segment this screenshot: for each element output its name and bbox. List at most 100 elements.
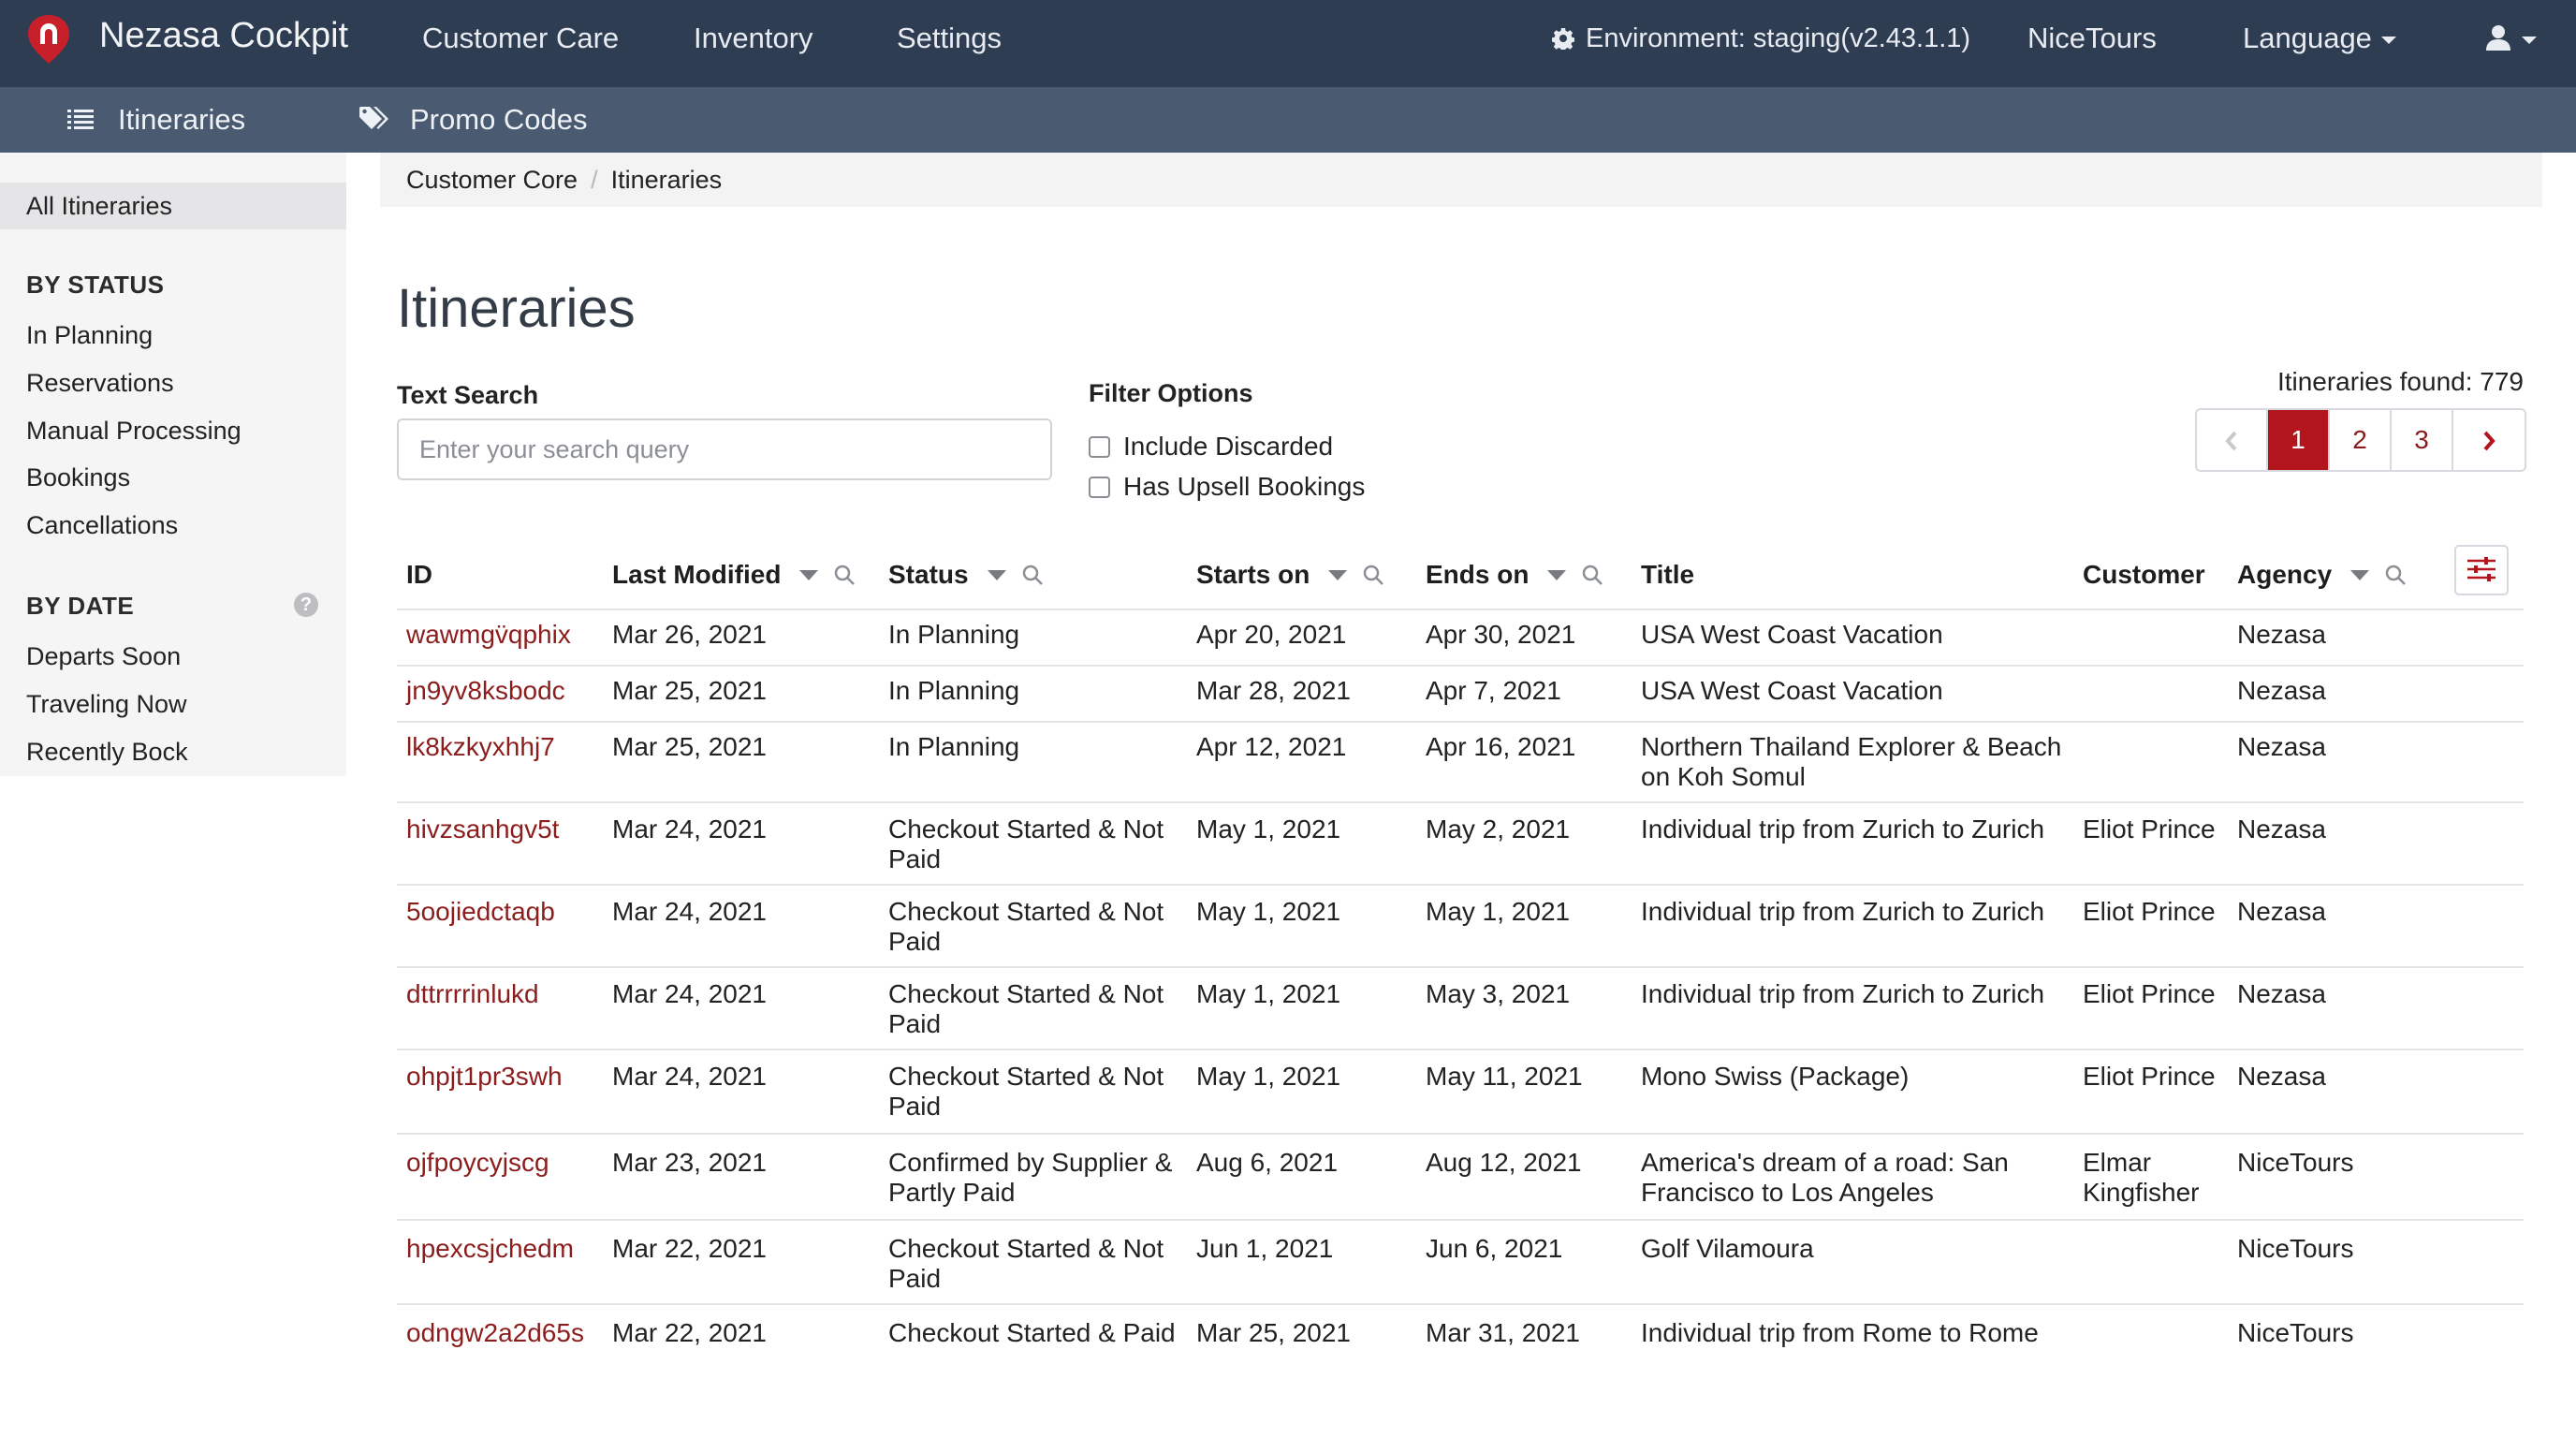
cell-id[interactable]: lk8kzkyxhhj7 [406,732,603,762]
column-header-ends-on[interactable]: Ends on [1426,560,1603,590]
pagination-prev-button[interactable] [2197,410,2268,470]
include-discarded-checkbox[interactable] [1089,435,1110,458]
pagination-next-button[interactable] [2453,410,2525,470]
cell-agency: Nezasa [2237,979,2326,1008]
results-count: Itineraries found: 779 [2276,367,2524,396]
cell-id[interactable]: 5oojiedctaqb [406,897,603,927]
nav-customer-care[interactable]: Customer Care [422,0,619,77]
cell-starts-on: Mar 25, 2021 [1196,1318,1351,1347]
language-dropdown[interactable]: Language [2243,0,2396,77]
cell-id[interactable]: dttrrrrinlukd [406,979,603,1009]
cell-id[interactable]: ojfpoycyjscg [406,1148,603,1178]
cell-title: Golf Vilamoura [1641,1234,1814,1263]
subnav-itineraries-label: Itineraries [118,103,246,136]
sidebar-item-manual-processing[interactable]: Manual Processing [26,417,242,446]
cell-title: Individual trip from Zurich to Zurich [1641,979,2045,1008]
column-header-agency[interactable]: Agency [2237,560,2407,590]
column-header-status-label: Status [888,560,969,589]
sidebar-item-reservations[interactable]: Reservations [26,369,174,398]
cell-id[interactable]: jn9yv8ksbodc [406,676,603,706]
nav-settings[interactable]: Settings [897,0,1002,77]
caret-down-icon[interactable] [799,569,819,580]
search-icon[interactable] [1362,564,1384,586]
search-icon[interactable] [1021,564,1044,586]
sidebar-item-traveling-now[interactable]: Traveling Now [26,690,187,719]
breadcrumb-link-customer-core[interactable]: Customer Core [406,166,578,194]
user-menu[interactable] [2484,0,2537,77]
cell-title: USA West Coast Vacation [1641,676,1943,705]
caret-down-icon[interactable] [987,569,1006,580]
cell-status: In Planning [888,676,1020,705]
column-header-agency-label: Agency [2237,560,2333,589]
search-icon[interactable] [833,564,856,586]
cell-starts-on: May 1, 2021 [1196,897,1341,926]
cell-ends-on: May 3, 2021 [1426,979,1571,1008]
has-upsell-label: Has Upsell Bookings [1123,472,1366,501]
column-header-id-label: ID [406,560,432,589]
column-header-id[interactable]: ID [406,560,432,590]
cell-id[interactable]: odngw2a2d65s [406,1318,603,1348]
cell-starts-on: May 1, 2021 [1196,814,1341,844]
sidebar-item-all-itineraries[interactable]: All Itineraries [0,183,346,229]
column-header-status[interactable]: Status [888,560,1044,590]
column-header-starts-on[interactable]: Starts on [1196,560,1384,590]
cell-id[interactable]: ohpjt1pr3swh [406,1062,603,1092]
cell-agency: Nezasa [2237,676,2326,705]
pagination: 1 2 3 [2195,408,2526,472]
cell-starts-on: Aug 6, 2021 [1196,1148,1339,1177]
cell-id[interactable]: wawmgv̈qphix [406,620,603,650]
sidebar-item-cancellations[interactable]: Cancellations [26,511,178,540]
cell-ends-on: May 2, 2021 [1426,814,1571,844]
cell-agency: NiceTours [2237,1234,2354,1263]
pagination-page-2[interactable]: 2 [2330,410,2392,470]
column-header-title-label: Title [1641,560,1695,589]
cell-starts-on: Jun 1, 2021 [1196,1234,1334,1263]
sidebar-item-recently-booked[interactable]: Recently Bock [26,738,188,767]
cell-id[interactable]: hpexcsjchedm [406,1234,603,1264]
cell-starts-on: May 1, 2021 [1196,979,1341,1008]
column-header-customer[interactable]: Customer [2083,560,2205,590]
search-input[interactable] [397,418,1052,480]
cell-title: Northern Thailand Explorer & Beach on Ko… [1641,732,2062,791]
cell-last-modified: Mar 23, 2021 [612,1148,767,1177]
has-upsell-checkbox[interactable] [1089,476,1110,498]
cell-title: Individual trip from Zurich to Zurich [1641,897,2045,926]
sidebar-item-departs-soon[interactable]: Departs Soon [26,642,181,671]
column-settings-button[interactable] [2454,545,2509,595]
sidebar-heading-by-date: BY DATE [26,592,135,620]
caret-down-icon[interactable] [2350,569,2370,580]
brand-title[interactable]: Nezasa Cockpit [99,0,348,71]
include-discarded-label: Include Discarded [1123,432,1334,461]
breadcrumb-separator: / [591,166,598,194]
tenant-switcher[interactable]: NiceTours [2027,0,2157,77]
subnav-promo-codes[interactable]: Promo Codes [359,87,588,153]
cell-last-modified: Mar 24, 2021 [612,897,767,926]
cell-customer: Eliot Prince [2083,979,2216,1008]
search-icon[interactable] [1581,564,1603,586]
cell-agency: Nezasa [2237,620,2326,649]
column-header-title[interactable]: Title [1641,560,1694,590]
cell-customer: Eliot Prince [2083,897,2216,926]
nav-inventory[interactable]: Inventory [694,0,813,77]
pagination-page-3[interactable]: 3 [2392,410,2453,470]
caret-down-icon[interactable] [1547,569,1567,580]
help-icon[interactable]: ? [294,593,318,617]
column-header-customer-label: Customer [2083,560,2205,589]
environment-indicator[interactable]: Environment: staging(v2.43.1.1) [1551,0,1970,77]
nezasa-logo-icon[interactable] [26,13,71,66]
cell-last-modified: Mar 22, 2021 [612,1318,767,1347]
has-upsell-option[interactable]: Has Upsell Bookings [1089,472,1365,502]
cell-id[interactable]: hivzsanhgv5t [406,814,603,844]
cell-last-modified: Mar 25, 2021 [612,732,767,761]
sidebar-item-bookings[interactable]: Bookings [26,463,130,492]
sidebar-item-in-planning[interactable]: In Planning [26,321,153,350]
cell-agency: NiceTours [2237,1148,2354,1177]
cell-ends-on: May 1, 2021 [1426,897,1571,926]
column-header-last-modified[interactable]: Last Modified [612,560,856,590]
search-icon[interactable] [2384,564,2407,586]
caret-down-icon[interactable] [1328,569,1348,580]
include-discarded-option[interactable]: Include Discarded [1089,432,1333,462]
column-header-starts-on-label: Starts on [1196,560,1310,589]
pagination-page-1[interactable]: 1 [2268,410,2330,470]
subnav-itineraries[interactable]: Itineraries [67,87,245,153]
